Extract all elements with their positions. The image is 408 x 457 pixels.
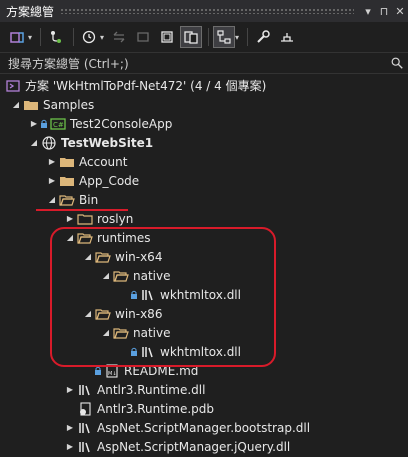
pdb-file-icon [76,401,94,417]
svg-text:M↓: M↓ [108,371,117,377]
tree-item-account[interactable]: ▶ Account [0,152,408,171]
solution-icon [4,78,22,94]
tree-item-label: Antlr3.Runtime.pdb [97,401,215,416]
dll-icon [76,439,94,455]
chevron-down-icon[interactable]: ▾ [100,33,104,42]
dll-icon [76,382,94,398]
search-box[interactable]: 搜尋方案總管 (Ctrl+;) [0,52,408,74]
switch-views-icon[interactable] [6,26,28,48]
folder-icon [58,173,76,189]
annotation-underline [36,209,128,211]
toolbar-separator [40,28,42,46]
toolbar-separator [73,28,75,46]
forward-icon[interactable] [132,26,154,48]
tree-item-label: 方案 'WkHtmlToPdf-Net472' (4 / 4 個專案) [25,79,267,93]
chevron-down-icon[interactable]: ▾ [235,33,239,42]
csharp-project-icon: C# [49,116,67,132]
tree-item-label: AspNet.ScriptManager.bootstrap.dll [97,420,311,435]
toolbar: ▾ ▾ ▾ [0,22,408,52]
tree-item-label: Test2ConsoleApp [70,116,173,131]
tree-item-testwebsite1[interactable]: ◢ TestWebSite1 [0,133,408,152]
expanded-arrow-icon[interactable]: ◢ [28,137,40,149]
lock-icon [95,366,101,375]
lock-icon [41,119,47,128]
collapsed-arrow-icon[interactable]: ▶ [64,422,76,434]
pin-button[interactable]: ⊓ [376,5,392,18]
tree-item-solution[interactable]: 方案 'WkHtmlToPdf-Net472' (4 / 4 個專案) [0,76,408,95]
open-folder-icon [58,192,76,208]
tree-item-app-code[interactable]: ▶ App_Code [0,171,408,190]
folder-icon [58,154,76,170]
tree-item-roslyn[interactable]: ▶ roslyn [0,209,408,228]
annotation-highlight-box [50,227,276,367]
dll-icon [76,420,94,436]
collapsed-arrow-icon[interactable]: ▶ [46,156,58,168]
back-icon[interactable] [108,26,130,48]
tree-item-label: App_Code [79,173,140,188]
tree-item-antlr-pdb[interactable]: Antlr3.Runtime.pdb [0,399,408,418]
window-title: 方案總管 [6,4,55,19]
window-menu-button[interactable]: ▾ [360,5,376,18]
globe-icon [40,135,58,151]
expanded-arrow-icon[interactable]: ◢ [46,194,58,206]
collapsed-arrow-icon[interactable]: ▶ [64,384,76,396]
pin-icon[interactable] [276,26,298,48]
properties-icon[interactable] [252,26,274,48]
svg-text:C#: C# [53,121,64,129]
tree-item-aspnet-jquery[interactable]: ▶ AspNet.ScriptManager.jQuery.dll [0,437,408,456]
tree-item-label: roslyn [97,211,134,226]
tree-item-antlr-dll[interactable]: ▶ Antlr3.Runtime.dll [0,380,408,399]
history-icon[interactable] [78,26,100,48]
tree-item-aspnet-bootstrap[interactable]: ▶ AspNet.ScriptManager.bootstrap.dll [0,418,408,437]
tree-item-label: Samples [43,97,95,112]
tree-item-label: TestWebSite1 [61,135,154,150]
collapsed-arrow-icon[interactable]: ▶ [46,175,58,187]
expanded-arrow-icon[interactable]: ◢ [10,99,22,111]
tree-item-test2consoleapp[interactable]: ▶ C# Test2ConsoleApp [0,114,408,133]
chevron-down-icon[interactable]: ▾ [28,33,32,42]
tree-item-label: Account [79,154,128,169]
preview-icon[interactable] [213,26,236,48]
tree-item-label: Bin [79,192,99,207]
window-titlebar: 方案總管 ▾ ⊓ ✕ [0,0,408,22]
collapsed-arrow-icon[interactable]: ▶ [28,118,40,130]
tree-item-label: Antlr3.Runtime.dll [97,382,206,397]
collapse-all-icon[interactable] [156,26,178,48]
tree-item-samples[interactable]: ◢ Samples [0,95,408,114]
tree-item-bin[interactable]: ◢ Bin [0,190,408,209]
drag-grip[interactable] [60,8,354,14]
show-all-files-icon[interactable] [180,26,203,48]
folder-icon [22,97,40,113]
toolbar-separator [247,28,249,46]
git-icon[interactable] [45,26,67,48]
search-input[interactable]: 搜尋方案總管 (Ctrl+;) [8,55,386,72]
close-button[interactable]: ✕ [392,5,408,18]
tree-item-label: AspNet.ScriptManager.jQuery.dll [97,439,291,454]
toolbar-separator [208,28,210,46]
collapsed-arrow-icon[interactable]: ▶ [64,441,76,453]
collapsed-arrow-icon[interactable]: ▶ [64,213,76,225]
search-icon[interactable] [386,56,408,70]
folder-icon [76,211,94,227]
